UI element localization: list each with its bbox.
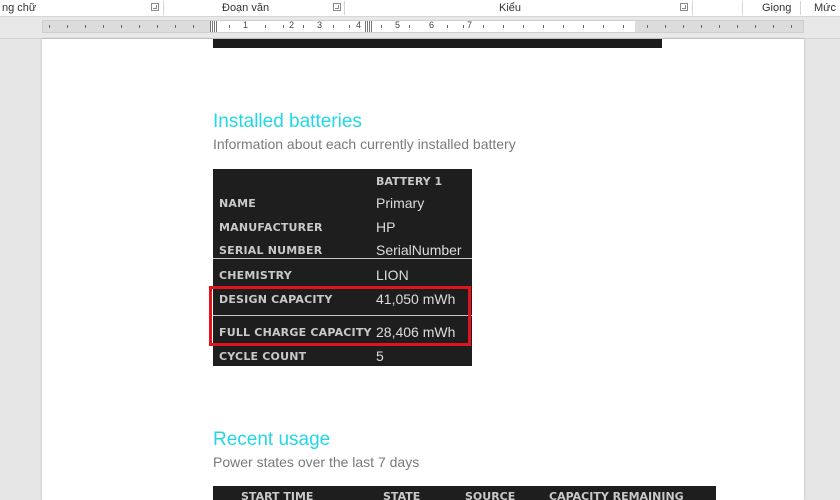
table-row: MANUFACTURER HP — [213, 214, 472, 237]
row-label: MANUFACTURER — [219, 221, 323, 234]
ribbon-separator — [344, 1, 345, 15]
recent-usage-subtitle: Power states over the last 7 days — [213, 454, 420, 470]
installed-batteries-subtitle: Information about each currently install… — [213, 136, 516, 152]
font-dialog-launcher-icon[interactable] — [151, 3, 159, 11]
capacity-highlight-box — [209, 286, 471, 346]
recent-usage-heading: Recent usage — [213, 429, 331, 450]
table-row: NAME Primary — [213, 190, 472, 213]
ribbon-group-font-label: ng chữ — [2, 2, 37, 14]
ruler-number: 1 — [243, 20, 249, 30]
ribbon-separator — [163, 1, 164, 15]
column-header-source: SOURCE — [465, 490, 516, 500]
ribbon-separator — [742, 1, 743, 15]
table-row: CHEMISTRY LION — [213, 262, 472, 285]
ribbon-separator — [692, 1, 693, 15]
row-value: 5 — [376, 348, 384, 364]
column-header-state: STATE — [383, 490, 421, 500]
recent-usage-table: START TIME STATE SOURCE CAPACITY REMAINI… — [213, 486, 716, 500]
ribbon-group-paragraph-label: Đoạn văn — [222, 2, 270, 14]
table-row: CYCLE COUNT 5 — [213, 343, 472, 366]
row-value: SerialNumber — [376, 242, 462, 258]
styles-dialog-launcher-icon[interactable] — [680, 3, 688, 11]
ruler-number: 5 — [395, 20, 401, 30]
ruler-number: 3 — [317, 20, 323, 30]
row-label: CHEMISTRY — [219, 269, 292, 282]
ribbon-group-styles-label: Kiểu — [499, 2, 522, 14]
ruler-number: 6 — [429, 20, 435, 30]
previous-table-bottom — [213, 39, 662, 48]
document-canvas: Installed batteries Information about ea… — [0, 39, 840, 500]
table-row: SERIAL NUMBER SerialNumber — [213, 237, 472, 260]
table-divider — [213, 258, 472, 259]
ruler-number: 4 — [356, 20, 362, 30]
row-label: CYCLE COUNT — [219, 350, 307, 363]
battery-column-header: BATTERY 1 — [376, 175, 443, 188]
ribbon-separator — [800, 1, 801, 15]
ruler-left-margin — [43, 21, 213, 32]
row-label: NAME — [219, 197, 256, 210]
row-value: Primary — [376, 195, 425, 211]
horizontal-ruler[interactable]: 1 2 3 4 5 6 7 — [42, 20, 804, 33]
ruler-indent-marker[interactable] — [210, 21, 217, 32]
paragraph-dialog-launcher-icon[interactable] — [333, 3, 341, 11]
ruler-bar: 1 2 3 4 5 6 7 — [0, 17, 840, 39]
document-page[interactable]: Installed batteries Information about ea… — [42, 39, 804, 500]
ribbon-group-labels: ng chữ Đoạn văn Kiểu Giọng Mức — [0, 0, 840, 17]
ruler-number: 7 — [467, 20, 473, 30]
row-value: LION — [376, 267, 409, 283]
ribbon-group-voice-label: Giọng — [762, 2, 792, 14]
column-header-start-time: START TIME — [241, 490, 314, 500]
column-header-capacity-remaining: CAPACITY REMAINING — [549, 490, 684, 500]
row-value: HP — [376, 219, 396, 235]
row-label: SERIAL NUMBER — [219, 244, 323, 257]
installed-batteries-heading: Installed batteries — [213, 111, 362, 132]
ribbon-group-level-label: Mức — [814, 2, 837, 14]
ruler-number: 2 — [289, 20, 295, 30]
ruler-column-marker[interactable] — [365, 21, 372, 32]
